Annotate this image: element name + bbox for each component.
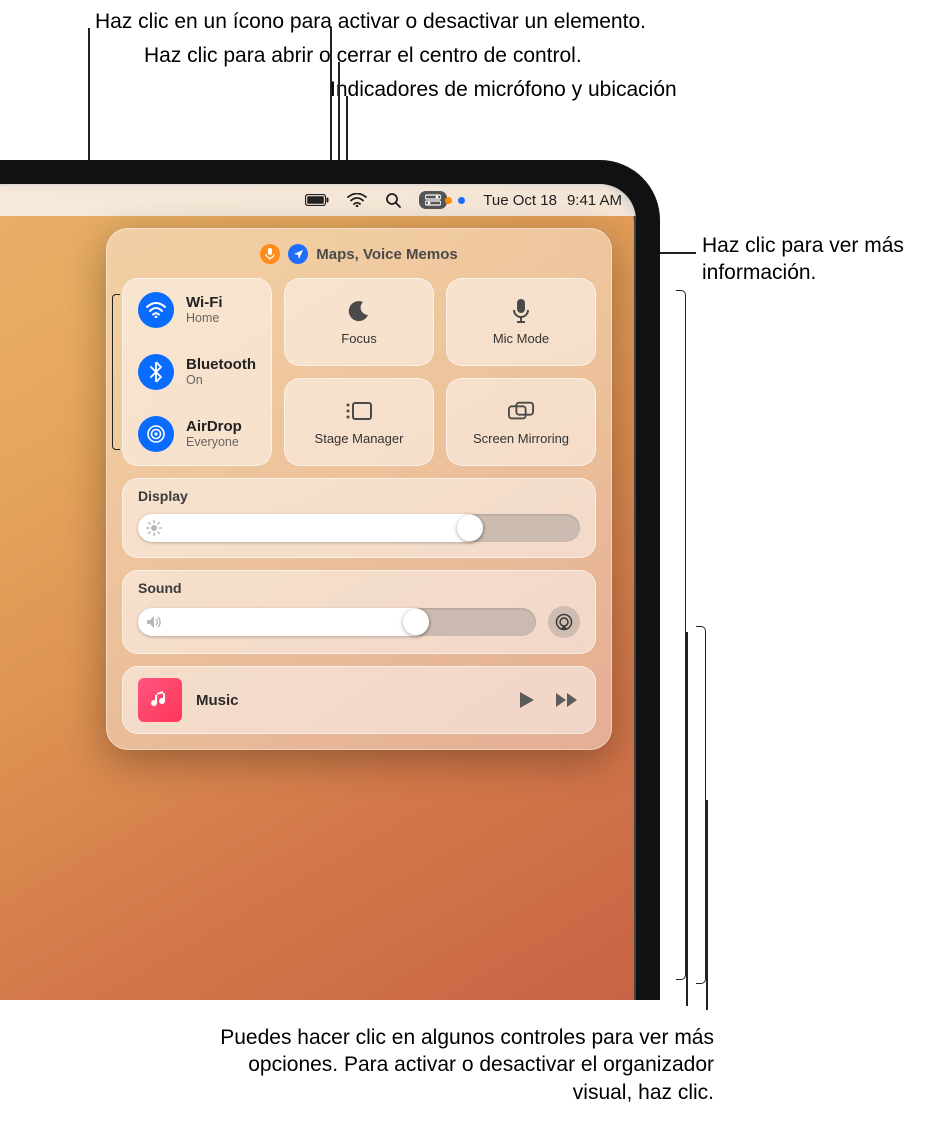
- sound-volume-slider[interactable]: [138, 608, 536, 636]
- wifi-icon[interactable]: [347, 184, 367, 216]
- music-artwork-icon: [138, 678, 182, 722]
- sensor-indicator-row[interactable]: Maps, Voice Memos: [122, 244, 596, 264]
- volume-icon: [146, 615, 162, 629]
- connectivity-bracket: [112, 294, 120, 450]
- callout-more-options: Puedes hacer clic en algunos controles p…: [214, 1024, 714, 1106]
- control-center-panel: Maps, Voice Memos Wi-Fi Home: [106, 228, 612, 750]
- airdrop-toggle[interactable]: AirDrop Everyone: [138, 416, 256, 452]
- brightness-icon: [146, 520, 162, 536]
- mic-mode-tile[interactable]: Mic Mode: [446, 278, 596, 366]
- callout-toggle-icon: Haz clic en un ícono para activar o desa…: [95, 8, 646, 35]
- bluetooth-title: Bluetooth: [186, 356, 256, 373]
- wifi-subtitle: Home: [186, 311, 223, 325]
- screen-mirroring-label: Screen Mirroring: [473, 432, 569, 446]
- wifi-title: Wi-Fi: [186, 294, 223, 311]
- screen-mirroring-tile[interactable]: Screen Mirroring: [446, 378, 596, 466]
- spotlight-icon[interactable]: [385, 184, 401, 216]
- bluetooth-icon: [138, 354, 174, 390]
- display-module[interactable]: Display: [122, 478, 596, 558]
- airdrop-subtitle: Everyone: [186, 435, 242, 449]
- moon-icon: [346, 298, 372, 324]
- menubar-time: 9:41 AM: [567, 192, 622, 209]
- display-label: Display: [138, 488, 580, 504]
- next-track-button[interactable]: [554, 687, 580, 713]
- control-center-menubar-button[interactable]: [419, 184, 465, 216]
- wifi-toggle[interactable]: Wi-Fi Home: [138, 292, 256, 328]
- screen-mirroring-icon: [508, 398, 534, 424]
- focus-label: Focus: [341, 332, 376, 346]
- stage-manager-tile[interactable]: Stage Manager: [284, 378, 434, 466]
- airplay-audio-icon: [555, 613, 573, 631]
- bluetooth-toggle[interactable]: Bluetooth On: [138, 354, 256, 390]
- play-button[interactable]: [514, 687, 540, 713]
- menubar-datetime[interactable]: Tue Oct 18 9:41 AM: [483, 184, 622, 216]
- callout-more-info: Haz clic para ver más información.: [702, 232, 932, 287]
- annotation-bracket: [676, 290, 686, 980]
- play-icon: [519, 691, 535, 709]
- device-frame: Tue Oct 18 9:41 AM Maps, Voice Memos: [0, 160, 660, 1000]
- music-title: Music: [196, 692, 500, 709]
- airdrop-title: AirDrop: [186, 418, 242, 435]
- mic-mode-label: Mic Mode: [493, 332, 549, 346]
- callout-open-cc: Haz clic para abrir o cerrar el centro d…: [144, 42, 582, 69]
- mic-icon: [508, 298, 534, 324]
- now-playing-module[interactable]: Music: [122, 666, 596, 734]
- slider-knob[interactable]: [457, 515, 483, 541]
- next-icon: [555, 692, 579, 708]
- focus-tile[interactable]: Focus: [284, 278, 434, 366]
- mic-indicator-dot: [445, 197, 452, 204]
- wifi-icon: [138, 292, 174, 328]
- location-indicator-dot: [458, 197, 465, 204]
- sound-module[interactable]: Sound: [122, 570, 596, 654]
- battery-icon[interactable]: [305, 184, 329, 216]
- location-indicator-icon: [288, 244, 308, 264]
- stage-manager-label: Stage Manager: [315, 432, 404, 446]
- callout-indicators: Indicadores de micrófono y ubicación: [330, 76, 677, 103]
- menu-bar: Tue Oct 18 9:41 AM: [0, 184, 636, 216]
- annotation-bracket: [696, 626, 706, 984]
- leader-line: [686, 632, 688, 1006]
- airdrop-icon: [138, 416, 174, 452]
- bluetooth-subtitle: On: [186, 373, 256, 387]
- microphone-indicator-icon: [260, 244, 280, 264]
- display-brightness-slider[interactable]: [138, 514, 580, 542]
- sensor-apps-label: Maps, Voice Memos: [316, 246, 457, 263]
- slider-knob[interactable]: [403, 609, 429, 635]
- connectivity-module[interactable]: Wi-Fi Home Bluetooth On: [122, 278, 272, 466]
- menubar-date: Tue Oct 18: [483, 192, 557, 209]
- leader-line: [706, 800, 708, 1010]
- stage-manager-icon: [346, 398, 372, 424]
- sound-label: Sound: [138, 580, 580, 596]
- audio-output-button[interactable]: [548, 606, 580, 638]
